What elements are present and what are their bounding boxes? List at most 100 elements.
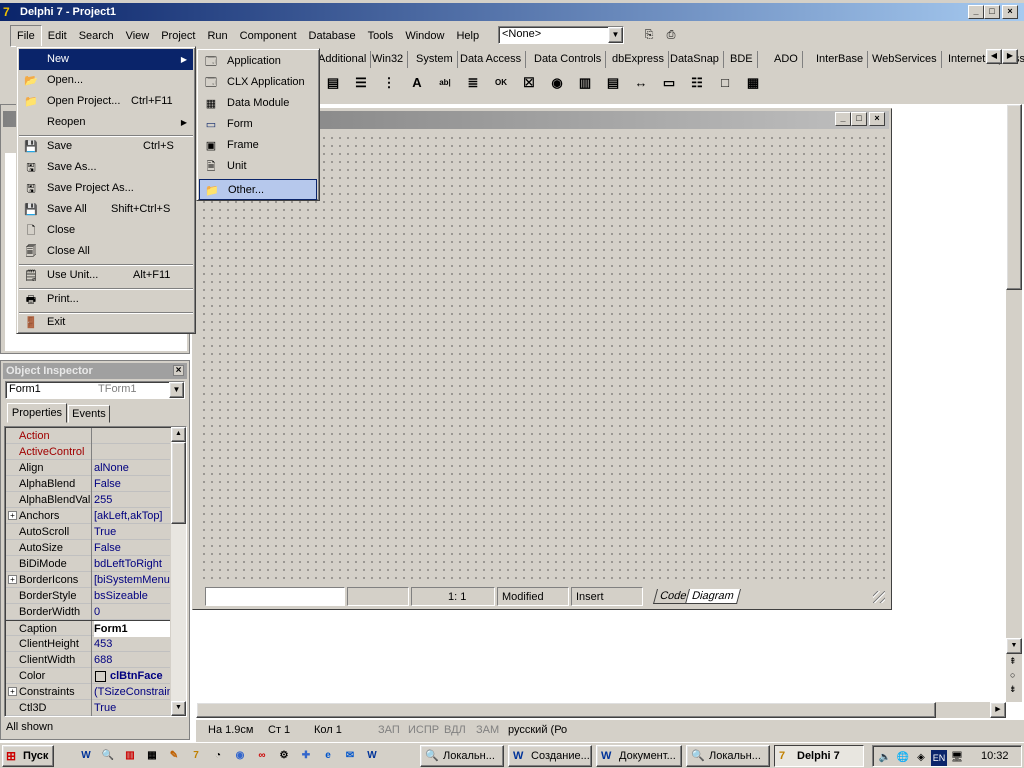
property-row[interactable]: Action: [6, 428, 170, 444]
mainmenu-icon[interactable]: ☰: [350, 72, 372, 94]
word-next-page-icon[interactable]: ⇟: [1009, 684, 1017, 695]
word-scroll-down-icon[interactable]: ▼: [1006, 638, 1022, 654]
file-menu-item-save-all[interactable]: 💾 Save All Shift+Ctrl+S: [19, 199, 193, 220]
property-value[interactable]: bsSizeable: [94, 588, 170, 604]
menu-search[interactable]: Search: [73, 26, 120, 46]
oi-object-selector[interactable]: Form1 TForm1 ▼: [5, 381, 185, 399]
popupmenu-icon[interactable]: ⋮: [378, 72, 400, 94]
label-icon[interactable]: A: [406, 72, 428, 94]
display-icon[interactable]: 🖥: [949, 750, 965, 766]
property-value[interactable]: Form1: [94, 621, 170, 637]
oi-scroll-down-icon[interactable]: ▼: [171, 701, 186, 716]
property-row[interactable]: BorderWidth 0: [6, 604, 170, 620]
search-icon[interactable]: 🔍: [100, 748, 116, 764]
puzzle-icon[interactable]: ✚: [298, 748, 314, 764]
file-menu-item-exit[interactable]: 🚪 Exit: [19, 312, 193, 333]
menu-edit[interactable]: Edit: [42, 26, 73, 46]
new-item-clx-application[interactable]: 🗔 CLX Application: [199, 72, 317, 93]
property-value[interactable]: [biSystemMenu,: [94, 572, 170, 588]
property-row[interactable]: Color clBtnFace: [6, 668, 170, 684]
button-icon[interactable]: OK: [490, 72, 512, 94]
combo-dropdown-icon[interactable]: ▼: [608, 27, 623, 43]
word-scroll-thumb[interactable]: [1006, 104, 1022, 290]
property-row[interactable]: AlphaBlendVal 255: [6, 492, 170, 508]
file-menu-item-save-as[interactable]: 🖫 Save As...: [19, 157, 193, 178]
oi-vertical-scrollbar[interactable]: ▲ ▼: [171, 427, 186, 716]
file-menu-item-close[interactable]: 🗋 Close: [19, 220, 193, 241]
task-button-4-active[interactable]: 7 Delphi 7: [774, 745, 864, 767]
property-row[interactable]: BorderStyle bsSizeable: [6, 588, 170, 604]
calc-icon[interactable]: ▦: [144, 748, 160, 764]
word-status-ext[interactable]: ВДЛ: [444, 724, 466, 736]
form-maximize-button[interactable]: □: [851, 112, 867, 126]
menu-help[interactable]: Help: [450, 26, 485, 46]
word-icon-2[interactable]: W: [364, 748, 380, 764]
word-prev-page-icon[interactable]: ⇞: [1009, 656, 1017, 667]
maximize-button[interactable]: □: [984, 5, 1000, 19]
ie-icon[interactable]: e: [320, 748, 336, 764]
palette-scroll-right-icon[interactable]: ▶: [1002, 49, 1018, 64]
network-icon[interactable]: 🌐: [895, 750, 911, 766]
minimize-button[interactable]: _: [968, 5, 984, 19]
antivirus-icon[interactable]: ◈: [913, 750, 929, 766]
delphi-icon[interactable]: 7: [188, 748, 204, 764]
oi-selector-dropdown-icon[interactable]: ▼: [169, 382, 184, 398]
checkbox-icon[interactable]: ☒: [518, 72, 540, 94]
property-value[interactable]: 0: [94, 604, 170, 620]
task-button-0[interactable]: 🔍 Локальн...: [420, 745, 504, 767]
word-hscroll-right-icon[interactable]: ▶: [990, 702, 1006, 718]
menu-tools[interactable]: Tools: [362, 26, 400, 46]
word-status-trk[interactable]: ИСПР: [408, 724, 439, 736]
file-menu-item-open-project[interactable]: 📁 Open Project... Ctrl+F11: [19, 91, 193, 112]
palette-scroll-left-icon[interactable]: ◀: [986, 49, 1002, 64]
property-value[interactable]: [akLeft,akTop]: [94, 508, 170, 524]
palette-tab-datasnap[interactable]: DataSnap: [666, 51, 724, 68]
oi-close-icon[interactable]: ×: [173, 365, 184, 376]
property-row[interactable]: Align alNone: [6, 460, 170, 476]
form-minimize-button[interactable]: _: [835, 112, 851, 126]
palette-tab-data-controls[interactable]: Data Controls: [530, 51, 607, 68]
outlook-icon[interactable]: ✉: [342, 748, 358, 764]
menu-file[interactable]: File: [10, 25, 42, 47]
link-icon[interactable]: ∞: [254, 748, 270, 764]
frame-icon[interactable]: ▤: [322, 72, 344, 94]
property-row[interactable]: + Anchors [akLeft,akTop]: [6, 508, 170, 524]
property-value[interactable]: False: [94, 476, 170, 492]
oi-scroll-thumb[interactable]: [171, 442, 186, 524]
new-item-form[interactable]: ▭ Form: [199, 114, 317, 135]
scrollbar-icon[interactable]: ↔: [630, 72, 652, 94]
property-row[interactable]: AlphaBlend False: [6, 476, 170, 492]
tool-icon[interactable]: ⚙: [276, 748, 292, 764]
groupbox-icon[interactable]: ▭: [658, 72, 680, 94]
palette-tab-ado[interactable]: ADO: [770, 51, 803, 68]
menu-window[interactable]: Window: [399, 26, 450, 46]
save-desktop-icon[interactable]: ⎘: [638, 24, 660, 46]
word-icon[interactable]: W: [78, 748, 94, 764]
word-status-ovr[interactable]: ЗАМ: [476, 724, 499, 736]
actionlist-icon[interactable]: ▦: [742, 72, 764, 94]
palette-tab-dbexpress[interactable]: dbExpress: [608, 51, 669, 68]
file-menu-item-new[interactable]: New ▶: [19, 49, 193, 70]
property-row[interactable]: ClientHeight 453: [6, 636, 170, 652]
oi-title-bar[interactable]: Object Inspector ×: [3, 363, 187, 379]
menu-project[interactable]: Project: [155, 26, 201, 46]
radiogroup-icon[interactable]: ☷: [686, 72, 708, 94]
start-button[interactable]: ⊞ Пуск: [2, 745, 54, 767]
property-row[interactable]: + Constraints (TSizeConstraint: [6, 684, 170, 700]
property-value[interactable]: (TSizeConstraint: [94, 684, 170, 700]
word-horizontal-scrollbar[interactable]: ▶: [196, 702, 1006, 718]
media-icon[interactable]: ◉: [232, 748, 248, 764]
property-value[interactable]: 255: [94, 492, 170, 508]
close-button[interactable]: ×: [1002, 5, 1018, 19]
palette-tab-win32[interactable]: Win32: [368, 51, 409, 68]
property-value[interactable]: clBtnFace: [94, 668, 170, 684]
file-menu-item-save[interactable]: 💾 Save Ctrl+S: [19, 136, 193, 157]
menu-run[interactable]: Run: [201, 26, 233, 46]
new-item-application[interactable]: 🗔 Application: [199, 51, 317, 72]
property-value[interactable]: True: [94, 524, 170, 540]
property-row[interactable]: BiDiMode bdLeftToRight: [6, 556, 170, 572]
form-close-button[interactable]: ×: [869, 112, 885, 126]
task-button-1[interactable]: W Создание...: [508, 745, 592, 767]
listbox-icon[interactable]: ▥: [574, 72, 596, 94]
file-menu-item-close-all[interactable]: 🗐 Close All: [19, 241, 193, 262]
